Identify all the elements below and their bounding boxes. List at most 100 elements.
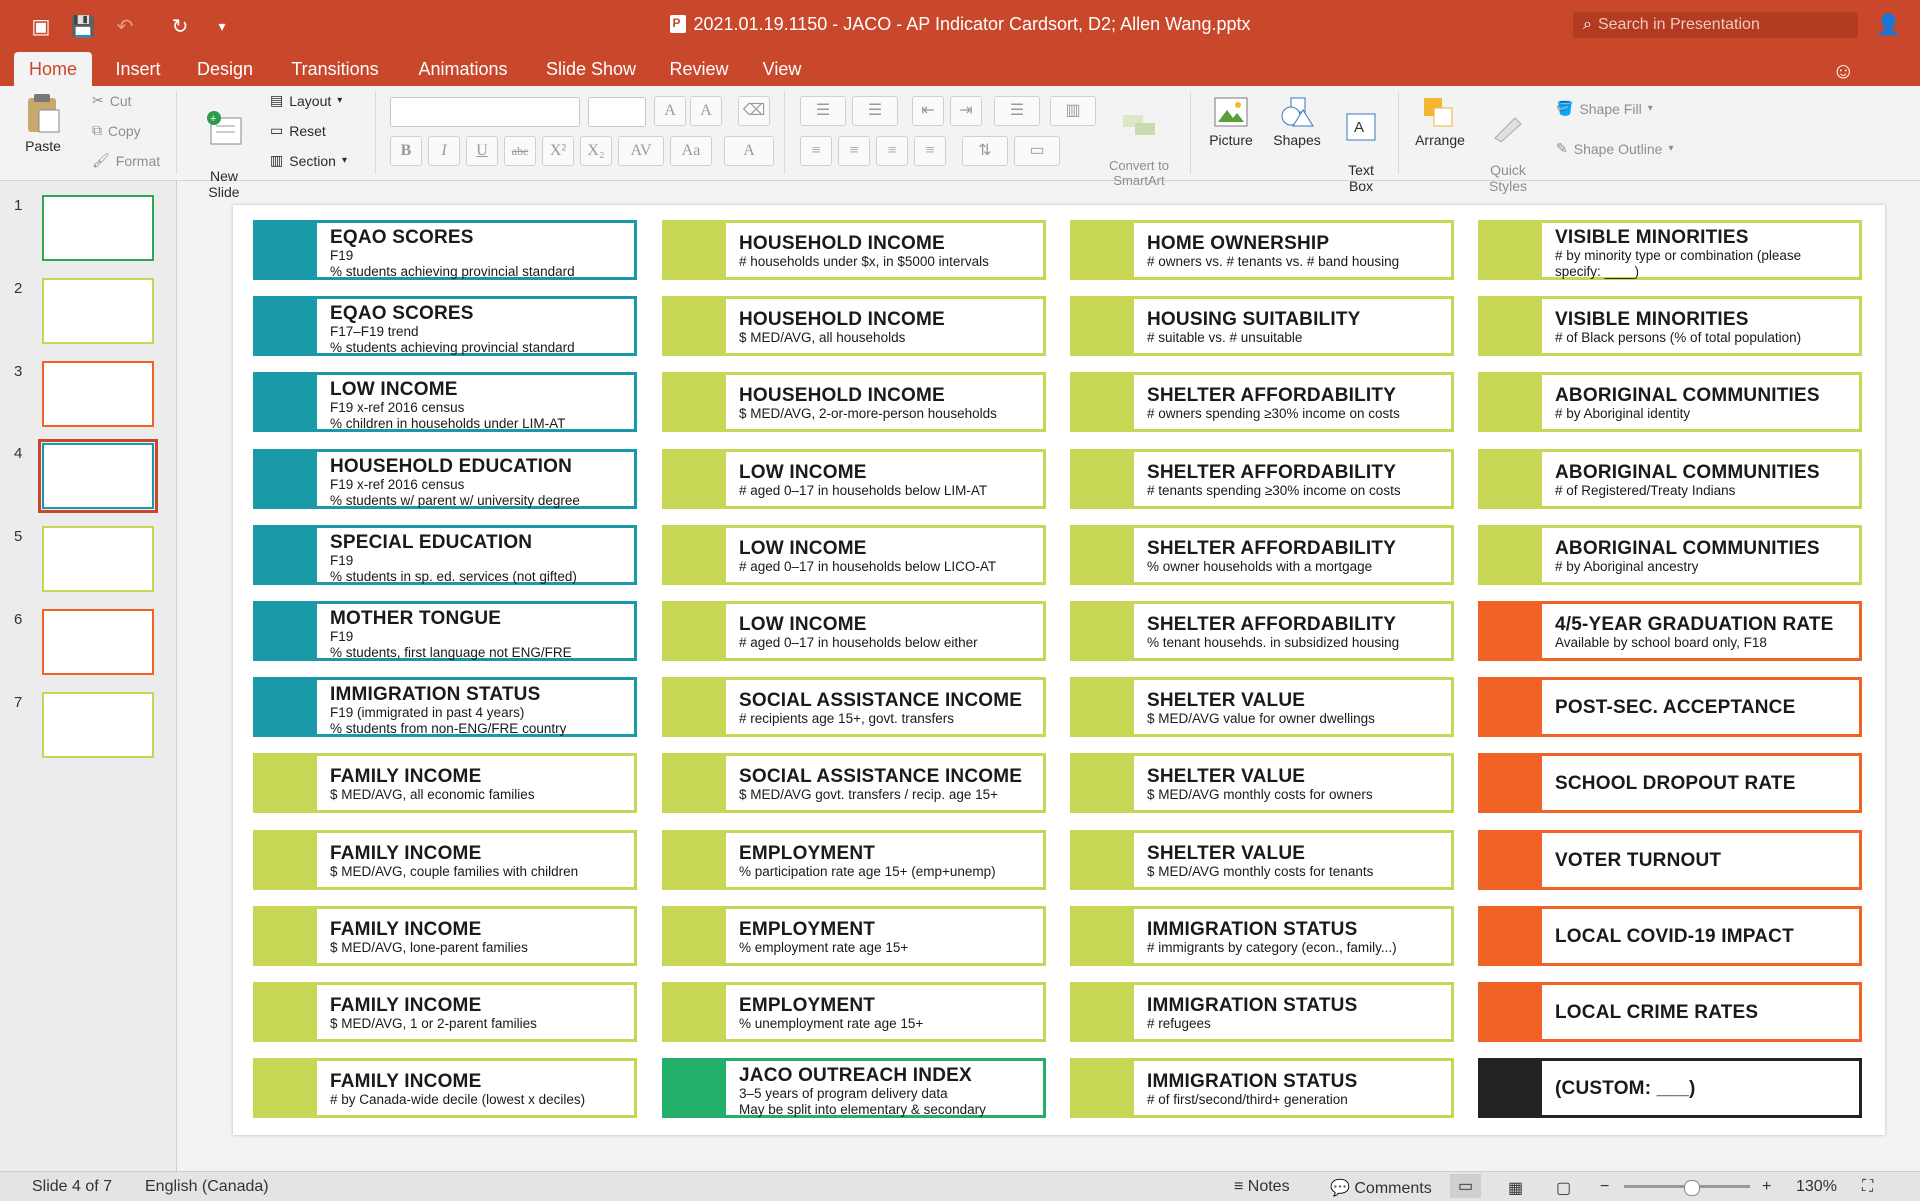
indicator-card[interactable]: EMPLOYMENT% employment rate age 15+: [662, 905, 1046, 966]
indicator-card[interactable]: SHELTER VALUE $ MED/AVG value for owner d…: [1070, 677, 1454, 738]
slide-thumbnail[interactable]: [42, 526, 154, 592]
zoom-out-icon[interactable]: −: [1600, 1178, 1609, 1196]
indicator-card[interactable]: LOW INCOME # aged 0–17 in households belo…: [662, 601, 1046, 661]
indicator-card[interactable]: HOME OWNERSHIP # owners vs. # tenants vs.…: [1070, 220, 1454, 280]
shapes-button[interactable]: Shapes: [1266, 96, 1328, 148]
indicator-card[interactable]: SOCIAL ASSISTANCE INCOME $ MED/AVG govt. …: [662, 753, 1046, 814]
slide-thumbnail[interactable]: [42, 692, 154, 758]
share-icon[interactable]: 👤: [1876, 12, 1901, 37]
reading-view-icon[interactable]: ▢: [1556, 1178, 1571, 1198]
tab-transitions[interactable]: Transitions: [280, 52, 390, 86]
indicator-card[interactable]: HOUSEHOLD EDUCATION F19 x-ref 2016 census…: [253, 448, 637, 509]
align-text-icon[interactable]: ▭: [1014, 136, 1060, 166]
indicator-card[interactable]: HOUSEHOLD INCOME $ MED/AVG, 2-or-more-per…: [662, 372, 1046, 433]
decrease-font-icon[interactable]: A: [690, 96, 722, 126]
indicator-card[interactable]: SHELTER AFFORDABILITY% tenant househds. …: [1070, 601, 1454, 661]
paste-button[interactable]: Paste: [14, 92, 72, 154]
numbering-icon[interactable]: ☰: [852, 96, 898, 126]
indicator-card[interactable]: POST-SEC. ACCEPTANCE: [1478, 677, 1862, 738]
notes-button[interactable]: ≡ Notes: [1234, 1178, 1290, 1196]
indicator-card[interactable]: FAMILY INCOME $ MED/AVG, all economic fam…: [253, 753, 637, 814]
font-family-select[interactable]: [390, 97, 580, 127]
indicator-card[interactable]: SPECIAL EDUCATION F19% students in sp. ed…: [253, 524, 637, 585]
increase-indent-icon[interactable]: ⇥: [950, 96, 982, 126]
indicator-card[interactable]: LOCAL COVID-19 IMPACT: [1478, 905, 1862, 966]
shape-fill-button[interactable]: 🪣 Shape Fill ▾: [1556, 100, 1653, 117]
quick-styles-button[interactable]: Quick Styles: [1478, 96, 1538, 194]
character-spacing-icon[interactable]: AV: [618, 136, 664, 166]
indicator-card[interactable]: IMMIGRATION STATUS # immigrants by catego…: [1070, 905, 1454, 966]
zoom-level[interactable]: 130%: [1796, 1178, 1837, 1196]
arrange-button[interactable]: Arrange: [1408, 96, 1472, 148]
zoom-slider-handle[interactable]: [1684, 1180, 1700, 1196]
convert-smartart-button[interactable]: Convert to SmartArt: [1098, 96, 1180, 188]
indicator-card[interactable]: LOW INCOME # aged 0–17 in households belo…: [662, 448, 1046, 509]
superscript-icon[interactable]: X²: [542, 136, 574, 166]
slide-thumbnail[interactable]: [42, 609, 154, 675]
indicator-card[interactable]: VISIBLE MINORITIES # of Black persons (% …: [1478, 296, 1862, 357]
feedback-smiley-icon[interactable]: ☺: [1832, 58, 1854, 84]
indicator-card[interactable]: MOTHER TONGUE F19% students, first langua…: [253, 601, 637, 661]
section-button[interactable]: ▥ Section ▾: [270, 152, 347, 169]
text-box-button[interactable]: A Text Box: [1334, 96, 1388, 194]
decrease-indent-icon[interactable]: ⇤: [912, 96, 944, 126]
indicator-card[interactable]: SCHOOL DROPOUT RATE: [1478, 753, 1862, 814]
indicator-card[interactable]: SHELTER VALUE $ MED/AVG monthly costs for…: [1070, 753, 1454, 814]
picture-button[interactable]: Picture: [1200, 96, 1262, 148]
align-right-icon[interactable]: ≡: [876, 136, 908, 166]
format-painter-button[interactable]: 🖌 Format: [92, 152, 160, 169]
indicator-card[interactable]: HOUSING SUITABILITY # suitable vs. # unsu…: [1070, 296, 1454, 357]
cut-button[interactable]: ✂ Cut: [92, 92, 132, 109]
underline-icon[interactable]: U: [466, 136, 498, 166]
reset-button[interactable]: ▭ Reset: [270, 122, 326, 139]
indicator-card[interactable]: SHELTER AFFORDABILITY # tenants spending …: [1070, 448, 1454, 509]
subscript-icon[interactable]: X₂: [580, 136, 612, 166]
slide-thumbnail[interactable]: [38, 439, 158, 513]
indicator-card[interactable]: HOUSEHOLD INCOME # households under $x, i…: [662, 220, 1046, 280]
slide-thumbnail[interactable]: [42, 195, 154, 261]
bullets-icon[interactable]: ☰: [800, 96, 846, 126]
indicator-card[interactable]: EMPLOYMENT% unemployment rate age 15+: [662, 982, 1046, 1042]
indicator-card[interactable]: SHELTER VALUE $ MED/AVG monthly costs for…: [1070, 829, 1454, 890]
italic-icon[interactable]: I: [428, 136, 460, 166]
tab-review[interactable]: Review: [664, 52, 734, 86]
columns-icon[interactable]: ▥: [1050, 96, 1096, 126]
slide-scrollbar[interactable]: [196, 190, 204, 1120]
indicator-card[interactable]: ABORIGINAL COMMUNITIES # by Aboriginal an…: [1478, 524, 1862, 585]
new-slide-button[interactable]: + New Slide: [196, 94, 252, 200]
indicator-card[interactable]: IMMIGRATION STATUS F19 (immigrated in pas…: [253, 677, 637, 738]
indicator-card[interactable]: SHELTER AFFORDABILITY # owners spending ≥…: [1070, 372, 1454, 433]
indicator-card[interactable]: SOCIAL ASSISTANCE INCOME # recipients age…: [662, 677, 1046, 738]
search-box[interactable]: ⌕ Search in Presentation: [1573, 12, 1858, 38]
indicator-card[interactable]: ABORIGINAL COMMUNITIES # of Registered/Tr…: [1478, 448, 1862, 509]
justify-icon[interactable]: ≡: [914, 136, 946, 166]
font-color-icon[interactable]: A: [724, 136, 774, 166]
indicator-card[interactable]: JACO OUTREACH INDEX 3–5 years of program …: [662, 1058, 1046, 1119]
indicator-card[interactable]: 4/5-YEAR GRADUATION RATE Available by sch…: [1478, 601, 1862, 661]
tab-view[interactable]: View: [752, 52, 812, 86]
tab-slide-show[interactable]: Slide Show: [536, 52, 646, 86]
strikethrough-icon[interactable]: abc: [504, 136, 536, 166]
language-indicator[interactable]: English (Canada): [145, 1178, 269, 1196]
increase-font-icon[interactable]: A: [654, 96, 686, 126]
indicator-card[interactable]: VOTER TURNOUT: [1478, 829, 1862, 890]
indicator-card[interactable]: FAMILY INCOME $ MED/AVG, 1 or 2-parent fa…: [253, 982, 637, 1042]
indicator-card[interactable]: LOW INCOME F19 x-ref 2016 census% childre…: [253, 372, 637, 433]
indicator-card[interactable]: FAMILY INCOME # by Canada-wide decile (lo…: [253, 1058, 637, 1119]
comments-button[interactable]: 💬 Comments: [1330, 1178, 1432, 1198]
indicator-card[interactable]: HOUSEHOLD INCOME $ MED/AVG, all household…: [662, 296, 1046, 357]
tab-animations[interactable]: Animations: [408, 52, 518, 86]
indicator-card[interactable]: SHELTER AFFORDABILITY% owner households …: [1070, 524, 1454, 585]
indicator-card[interactable]: ABORIGINAL COMMUNITIES # by Aboriginal id…: [1478, 372, 1862, 433]
indicator-card[interactable]: VISIBLE MINORITIES # by minority type or …: [1478, 220, 1862, 280]
copy-button[interactable]: ⧉ Copy: [92, 122, 141, 139]
bold-icon[interactable]: B: [390, 136, 422, 166]
indicator-card[interactable]: FAMILY INCOME $ MED/AVG, couple families …: [253, 829, 637, 890]
indicator-card[interactable]: EMPLOYMENT% participation rate age 15+ (…: [662, 829, 1046, 890]
align-center-icon[interactable]: ≡: [838, 136, 870, 166]
text-direction-icon[interactable]: ⇅: [962, 136, 1008, 166]
slide-thumbnail[interactable]: [42, 278, 154, 344]
indicator-card[interactable]: EQAO SCORES F19% students achieving provi…: [253, 220, 637, 280]
fit-to-window-icon[interactable]: ⛶: [1862, 1178, 1873, 1196]
tab-home[interactable]: Home: [14, 52, 92, 86]
